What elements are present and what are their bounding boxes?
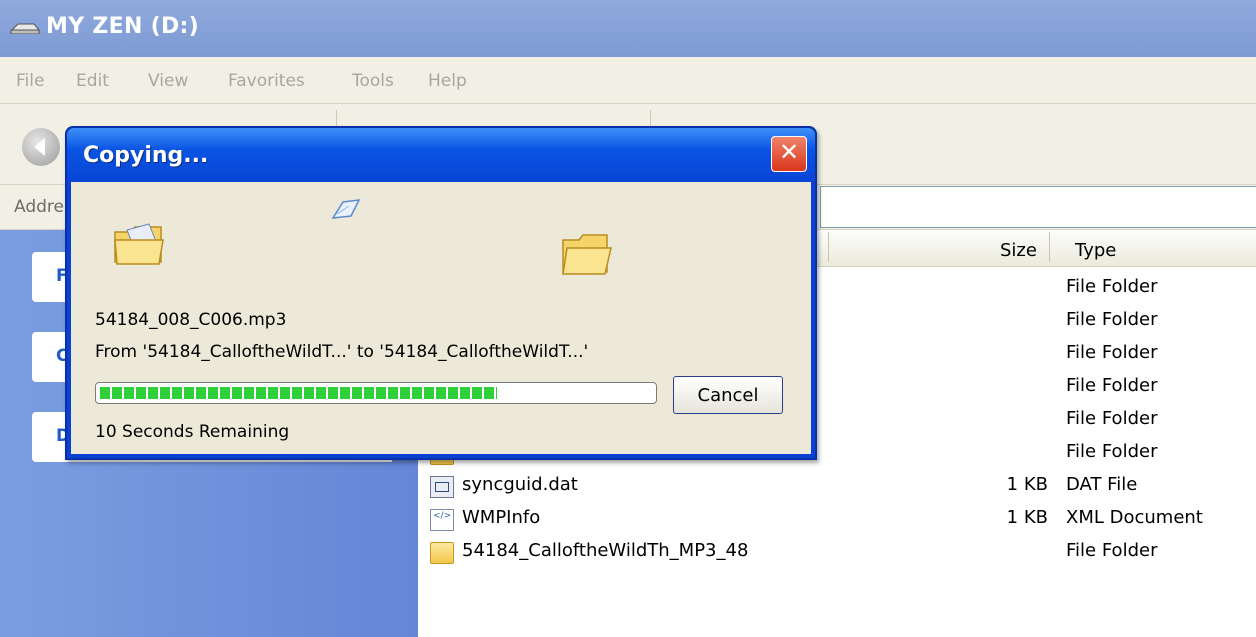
close-icon: ✕	[778, 138, 800, 166]
copy-dialog: Copying... ✕ 54184_008_C006.mp3 From '54…	[65, 126, 817, 460]
file-name: syncguid.dat	[462, 474, 578, 495]
menu-view[interactable]: View	[148, 71, 188, 91]
file-type: File Folder	[1066, 375, 1158, 396]
column-divider[interactable]	[1049, 232, 1050, 262]
address-label: Addre	[14, 197, 64, 217]
file-type: File Folder	[1066, 342, 1158, 363]
close-button[interactable]: ✕	[771, 136, 807, 172]
column-divider[interactable]	[828, 232, 829, 262]
file-type: File Folder	[1066, 441, 1158, 462]
dialog-body: 54184_008_C006.mp3 From '54184_Callofthe…	[71, 182, 811, 454]
destination-folder-icon	[562, 234, 612, 275]
source-folder-icon	[114, 223, 164, 265]
menu-edit[interactable]: Edit	[76, 71, 109, 91]
menu-tools[interactable]: Tools	[352, 71, 394, 91]
address-field[interactable]	[820, 186, 1256, 228]
file-name: 54184_CalloftheWildTh_MP3_48	[462, 540, 749, 561]
progress-bar	[95, 382, 657, 404]
cancel-button[interactable]: Cancel	[673, 376, 783, 414]
file-type: File Folder	[1066, 540, 1158, 561]
list-item[interactable]: syncguid.dat 1 KB DAT File	[418, 470, 1256, 503]
copy-file-name: 54184_008_C006.mp3	[95, 310, 287, 330]
column-header-type[interactable]: Type	[1075, 240, 1116, 261]
column-header-size[interactable]: Size	[1000, 240, 1037, 261]
file-size: 1 KB	[1006, 474, 1048, 495]
progress-fill	[100, 387, 497, 399]
file-type: File Folder	[1066, 408, 1158, 429]
drive-icon	[10, 23, 40, 34]
window-title-bar[interactable]: MY ZEN (D:)	[0, 0, 1256, 57]
flying-document-icon	[331, 199, 361, 219]
list-item[interactable]: WMPInfo 1 KB XML Document	[418, 503, 1256, 536]
file-type: XML Document	[1066, 507, 1203, 528]
back-button[interactable]	[22, 128, 60, 166]
file-type: File Folder	[1066, 276, 1158, 297]
copy-from-to: From '54184_CalloftheWildT...' to '54184…	[95, 342, 589, 362]
time-remaining: 10 Seconds Remaining	[95, 422, 290, 442]
file-name: WMPInfo	[462, 507, 541, 528]
menu-file[interactable]: File	[16, 71, 44, 91]
xml-file-icon	[430, 509, 454, 531]
folder-icon	[430, 542, 454, 564]
menu-help[interactable]: Help	[428, 71, 467, 91]
file-type: DAT File	[1066, 474, 1138, 495]
menu-bar: File Edit View Favorites Tools Help	[0, 57, 1256, 104]
menu-favorites[interactable]: Favorites	[228, 71, 305, 91]
file-type: File Folder	[1066, 309, 1158, 330]
list-item[interactable]: 54184_CalloftheWildTh_MP3_48 File Folder	[418, 536, 1256, 569]
dialog-title: Copying...	[83, 143, 209, 168]
file-size: 1 KB	[1006, 507, 1048, 528]
dialog-title-bar[interactable]: Copying... ✕	[67, 128, 815, 182]
window-title: MY ZEN (D:)	[46, 14, 200, 39]
dat-file-icon	[430, 476, 454, 498]
